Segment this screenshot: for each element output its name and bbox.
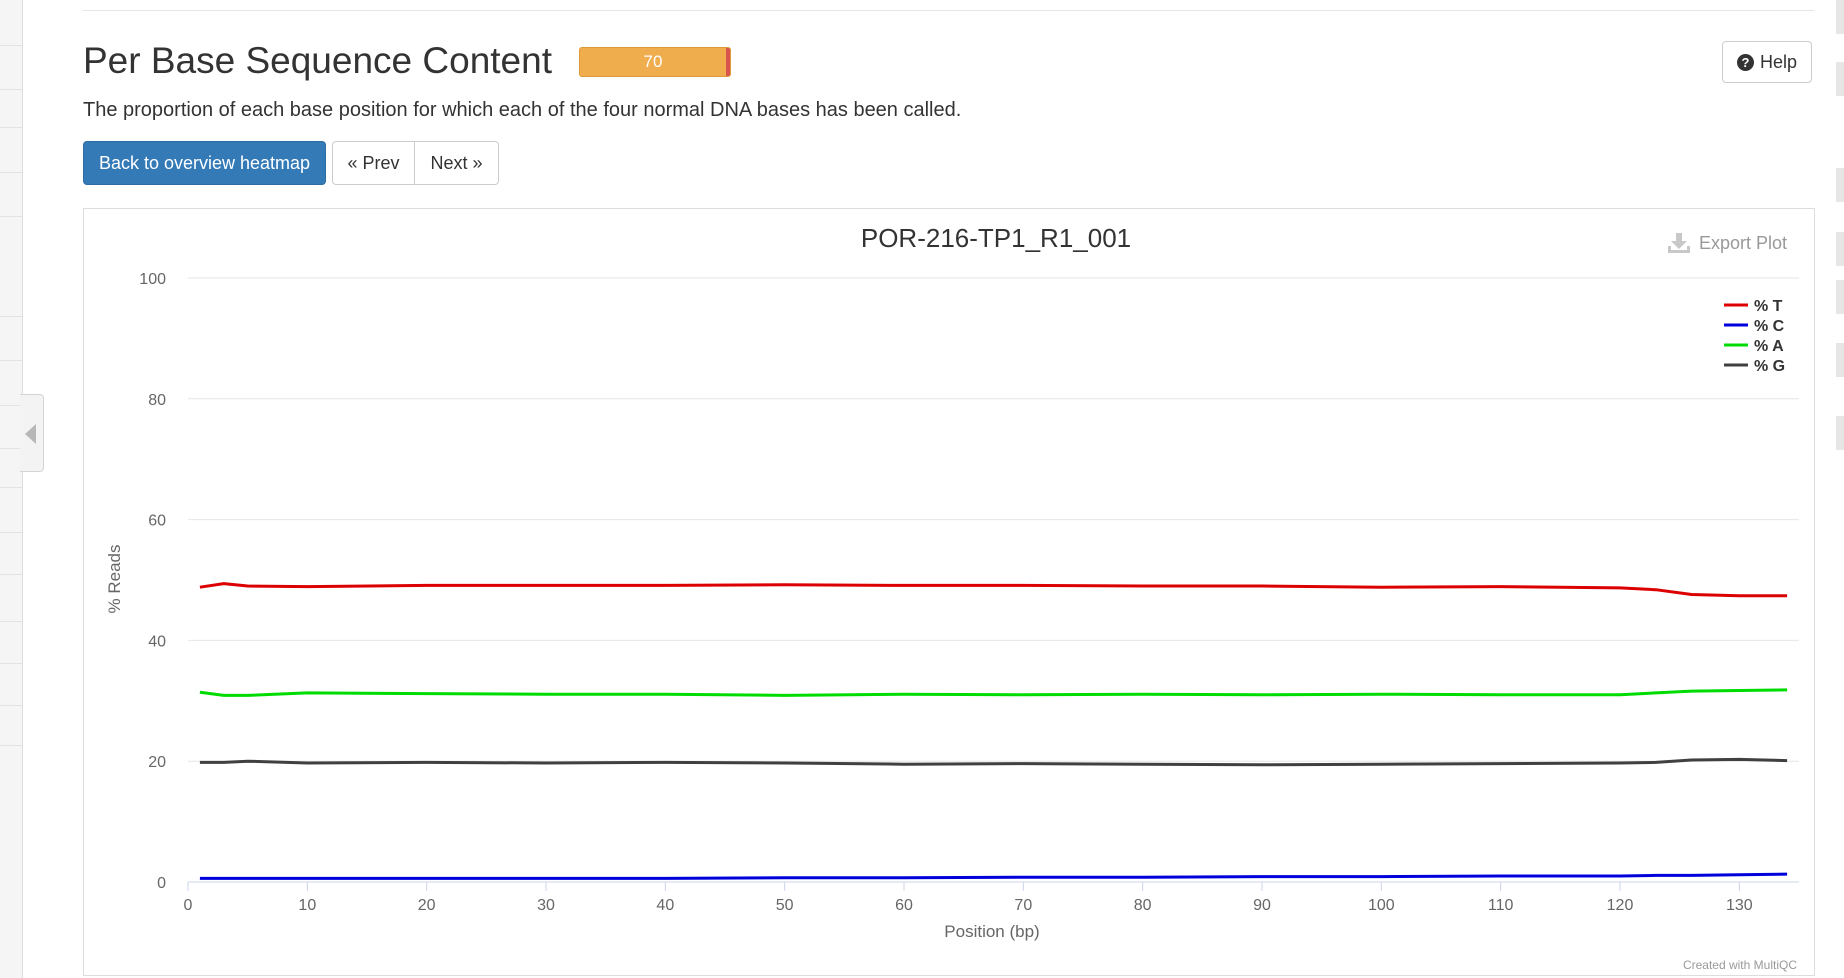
- sidebar-divider: [0, 663, 22, 664]
- help-button[interactable]: ? Help: [1722, 41, 1812, 83]
- export-plot-label: Export Plot: [1699, 232, 1788, 253]
- sidebar-divider: [0, 532, 22, 533]
- right-edge-strip: [1834, 0, 1844, 978]
- sidebar-divider: [0, 745, 22, 746]
- page-title: Per Base Sequence Content: [83, 40, 552, 81]
- grid: 0 20 40 60 80 100 0 10 20 30 40 50 60 70 80 90 100 110 120…: [139, 271, 1799, 914]
- series-line-a: [199, 688, 1788, 697]
- status-value: 70: [643, 52, 663, 71]
- legend-item: % G: [1754, 358, 1785, 375]
- sidebar-divider: [0, 705, 22, 706]
- help-label: Help: [1759, 51, 1798, 72]
- back-to-overview-button[interactable]: Back to overview heatmap: [83, 141, 326, 185]
- x-tick-label: 120: [1607, 897, 1634, 914]
- question-circle-icon: ?: [1736, 53, 1754, 71]
- scroll-edge-block: [1836, 232, 1844, 266]
- x-tick-label: 100: [1368, 897, 1395, 914]
- sidebar-divider: [0, 172, 22, 173]
- scroll-edge-block: [1836, 343, 1844, 377]
- legend: % T % C % A % G: [1724, 298, 1785, 375]
- sidebar-divider: [0, 127, 22, 128]
- scroll-edge-block: [1836, 168, 1844, 202]
- x-tick-label: 40: [656, 897, 674, 914]
- line-chart: POR-216-TP1_R1_001 % Reads Position (bp)…: [105, 223, 1799, 972]
- next-button[interactable]: Next »: [414, 141, 499, 185]
- series-lines: [199, 582, 1788, 880]
- sidebar-toggle[interactable]: [20, 394, 44, 472]
- x-tick-label: 50: [776, 897, 794, 914]
- sidebar-divider: [0, 448, 22, 449]
- legend-item: % T: [1754, 298, 1783, 315]
- credit-text: Created with MultiQC: [1683, 958, 1797, 972]
- sidebar-divider: [0, 487, 22, 488]
- scroll-edge-block: [1836, 280, 1844, 314]
- caret-left-icon: [25, 424, 36, 444]
- x-tick-label: 70: [1014, 897, 1032, 914]
- y-axis-label: % Reads: [105, 545, 124, 614]
- chart-title: POR-216-TP1_R1_001: [861, 223, 1131, 253]
- plot-container: POR-216-TP1_R1_001 % Reads Position (bp)…: [83, 208, 1815, 976]
- y-tick-label: 20: [148, 754, 166, 771]
- x-tick-label: 60: [895, 897, 913, 914]
- series-line-c: [199, 872, 1788, 880]
- series-line-g: [199, 757, 1788, 767]
- status-bar-fail-segment: [726, 48, 730, 76]
- sidebar-divider: [0, 216, 22, 217]
- sidebar-divider: [0, 405, 22, 406]
- legend-item: % A: [1754, 338, 1784, 355]
- scroll-edge-block: [1836, 416, 1844, 450]
- export-plot-button[interactable]: Export Plot: [1667, 229, 1787, 257]
- y-tick-label: 80: [148, 392, 166, 409]
- sidebar-divider: [0, 574, 22, 575]
- legend-item: % C: [1754, 318, 1785, 335]
- scroll-edge-block: [1836, 62, 1844, 96]
- prev-button[interactable]: « Prev: [332, 141, 415, 185]
- download-icon: [1668, 233, 1690, 253]
- y-tick-label: 60: [148, 513, 166, 530]
- divider: [83, 10, 1814, 11]
- status-bar: 70: [579, 47, 731, 77]
- x-tick-label: 90: [1253, 897, 1271, 914]
- sidebar-divider: [0, 360, 22, 361]
- y-tick-label: 40: [148, 633, 166, 650]
- x-tick-label: 30: [537, 897, 555, 914]
- section-description: The proportion of each base position for…: [83, 99, 962, 121]
- x-tick-label: 80: [1134, 897, 1152, 914]
- sidebar-divider: [0, 316, 22, 317]
- sidebar-divider: [0, 621, 22, 622]
- y-tick-label: 100: [139, 271, 166, 288]
- x-tick-label: 0: [184, 897, 193, 914]
- series-line-t: [199, 582, 1788, 598]
- sidebar-divider: [0, 89, 22, 90]
- left-sidebar-strip: [0, 0, 23, 978]
- y-tick-label: 0: [157, 875, 166, 892]
- x-tick-label: 130: [1726, 897, 1753, 914]
- scroll-edge-block: [1836, 0, 1844, 34]
- x-tick-label: 110: [1488, 897, 1514, 914]
- x-tick-label: 10: [298, 897, 316, 914]
- sidebar-divider: [0, 45, 22, 46]
- x-tick-label: 20: [418, 897, 436, 914]
- x-axis-label: Position (bp): [944, 922, 1039, 941]
